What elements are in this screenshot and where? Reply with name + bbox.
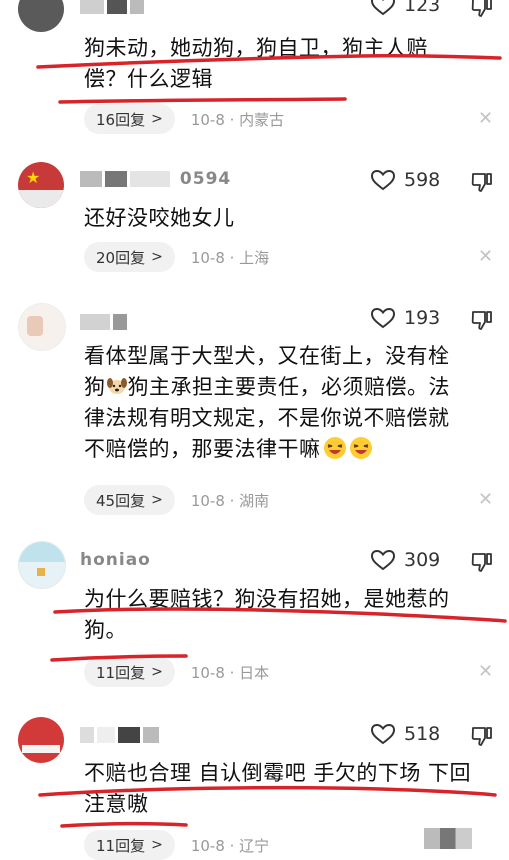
avatar[interactable]: ★ bbox=[18, 162, 64, 208]
avatar[interactable] bbox=[18, 303, 66, 351]
like-button[interactable]: 518 bbox=[370, 723, 440, 745]
comment-meta: 11回复 > 10-8 · 日本 bbox=[84, 657, 269, 687]
close-icon[interactable]: ✕ bbox=[478, 661, 493, 682]
date-location: 10-8 · 日本 bbox=[190, 663, 270, 682]
chevron-right-icon: > bbox=[151, 837, 163, 853]
username[interactable]: 0594 bbox=[80, 169, 231, 191]
replies-button[interactable]: 45回复 > bbox=[84, 485, 175, 515]
date-location: 10-8 · 内蒙古 bbox=[190, 110, 285, 129]
like-count: 123 bbox=[404, 0, 441, 16]
like-count: 193 bbox=[404, 307, 441, 329]
like-button[interactable]: 309 bbox=[370, 549, 440, 571]
comment-meta: 45回复 > 10-8 · 湖南 bbox=[84, 485, 269, 515]
chevron-right-icon: > bbox=[151, 249, 163, 265]
heart-outline-icon bbox=[370, 549, 396, 571]
replies-button[interactable]: 11回复 > bbox=[84, 657, 175, 687]
close-icon[interactable]: ✕ bbox=[478, 489, 493, 510]
pixelated-block bbox=[424, 828, 472, 849]
replies-button[interactable]: 11回复 > bbox=[84, 830, 175, 860]
username[interactable] bbox=[80, 725, 162, 747]
chevron-right-icon: > bbox=[151, 664, 163, 680]
like-count: 598 bbox=[404, 169, 441, 191]
avatar[interactable] bbox=[18, 717, 64, 763]
comment-meta: 20回复 > 10-8 · 上海 bbox=[84, 242, 269, 272]
close-icon[interactable]: ✕ bbox=[478, 246, 493, 267]
comment-meta: 11回复 > 10-8 · 辽宁 bbox=[84, 830, 269, 860]
comment-text: 狗未动，她动狗，狗自卫，狗主人赔 偿？什么逻辑 bbox=[84, 36, 428, 91]
heart-outline-icon bbox=[370, 169, 396, 191]
like-count: 309 bbox=[404, 549, 441, 571]
chevron-right-icon: > bbox=[151, 492, 163, 508]
heart-outline-icon bbox=[370, 307, 396, 329]
laughing-emoji-icon bbox=[323, 437, 346, 459]
heart-outline-icon bbox=[370, 723, 396, 745]
like-count: 518 bbox=[404, 723, 441, 745]
comment-text: 还好没咬她女儿 bbox=[84, 206, 235, 230]
thumbs-down-icon[interactable] bbox=[470, 550, 494, 574]
comment-text: 不赔也合理 自认倒霉吧 手欠的下场 下回 注意嗷 bbox=[84, 761, 472, 816]
date-location: 10-8 · 辽宁 bbox=[190, 836, 270, 855]
avatar[interactable] bbox=[18, 541, 66, 589]
laughing-emoji-icon bbox=[349, 437, 372, 459]
date-location: 10-8 · 湖南 bbox=[190, 491, 270, 510]
dog-face-emoji-icon bbox=[106, 378, 127, 394]
heart-outline-icon bbox=[370, 0, 396, 16]
date-location: 10-8 · 上海 bbox=[190, 248, 270, 267]
thumbs-down-icon[interactable] bbox=[470, 724, 494, 748]
replies-button[interactable]: 20回复 > bbox=[84, 242, 175, 272]
username[interactable] bbox=[80, 312, 130, 334]
username[interactable] bbox=[80, 0, 147, 18]
like-button[interactable]: 598 bbox=[370, 169, 440, 191]
like-button[interactable]: 123 bbox=[370, 0, 440, 16]
avatar[interactable] bbox=[18, 0, 64, 32]
comment-text: 看体型属于大型犬，又在街上，没有栓 狗狗主承担主要责任，必须赔偿。法 律法规有明… bbox=[84, 344, 450, 461]
thumbs-down-icon[interactable] bbox=[470, 0, 494, 19]
replies-button[interactable]: 16回复 > bbox=[84, 104, 175, 134]
chevron-right-icon: > bbox=[151, 111, 163, 127]
comment-meta: 16回复 > 10-8 · 内蒙古 bbox=[84, 104, 284, 134]
thumbs-down-icon[interactable] bbox=[470, 308, 494, 332]
thumbs-down-icon[interactable] bbox=[470, 170, 494, 194]
username[interactable]: honiao bbox=[80, 550, 151, 572]
like-button[interactable]: 193 bbox=[370, 307, 440, 329]
comment-text: 为什么要赔钱？狗没有招她，是她惹的 狗。 bbox=[84, 587, 450, 642]
close-icon[interactable]: ✕ bbox=[478, 108, 493, 129]
